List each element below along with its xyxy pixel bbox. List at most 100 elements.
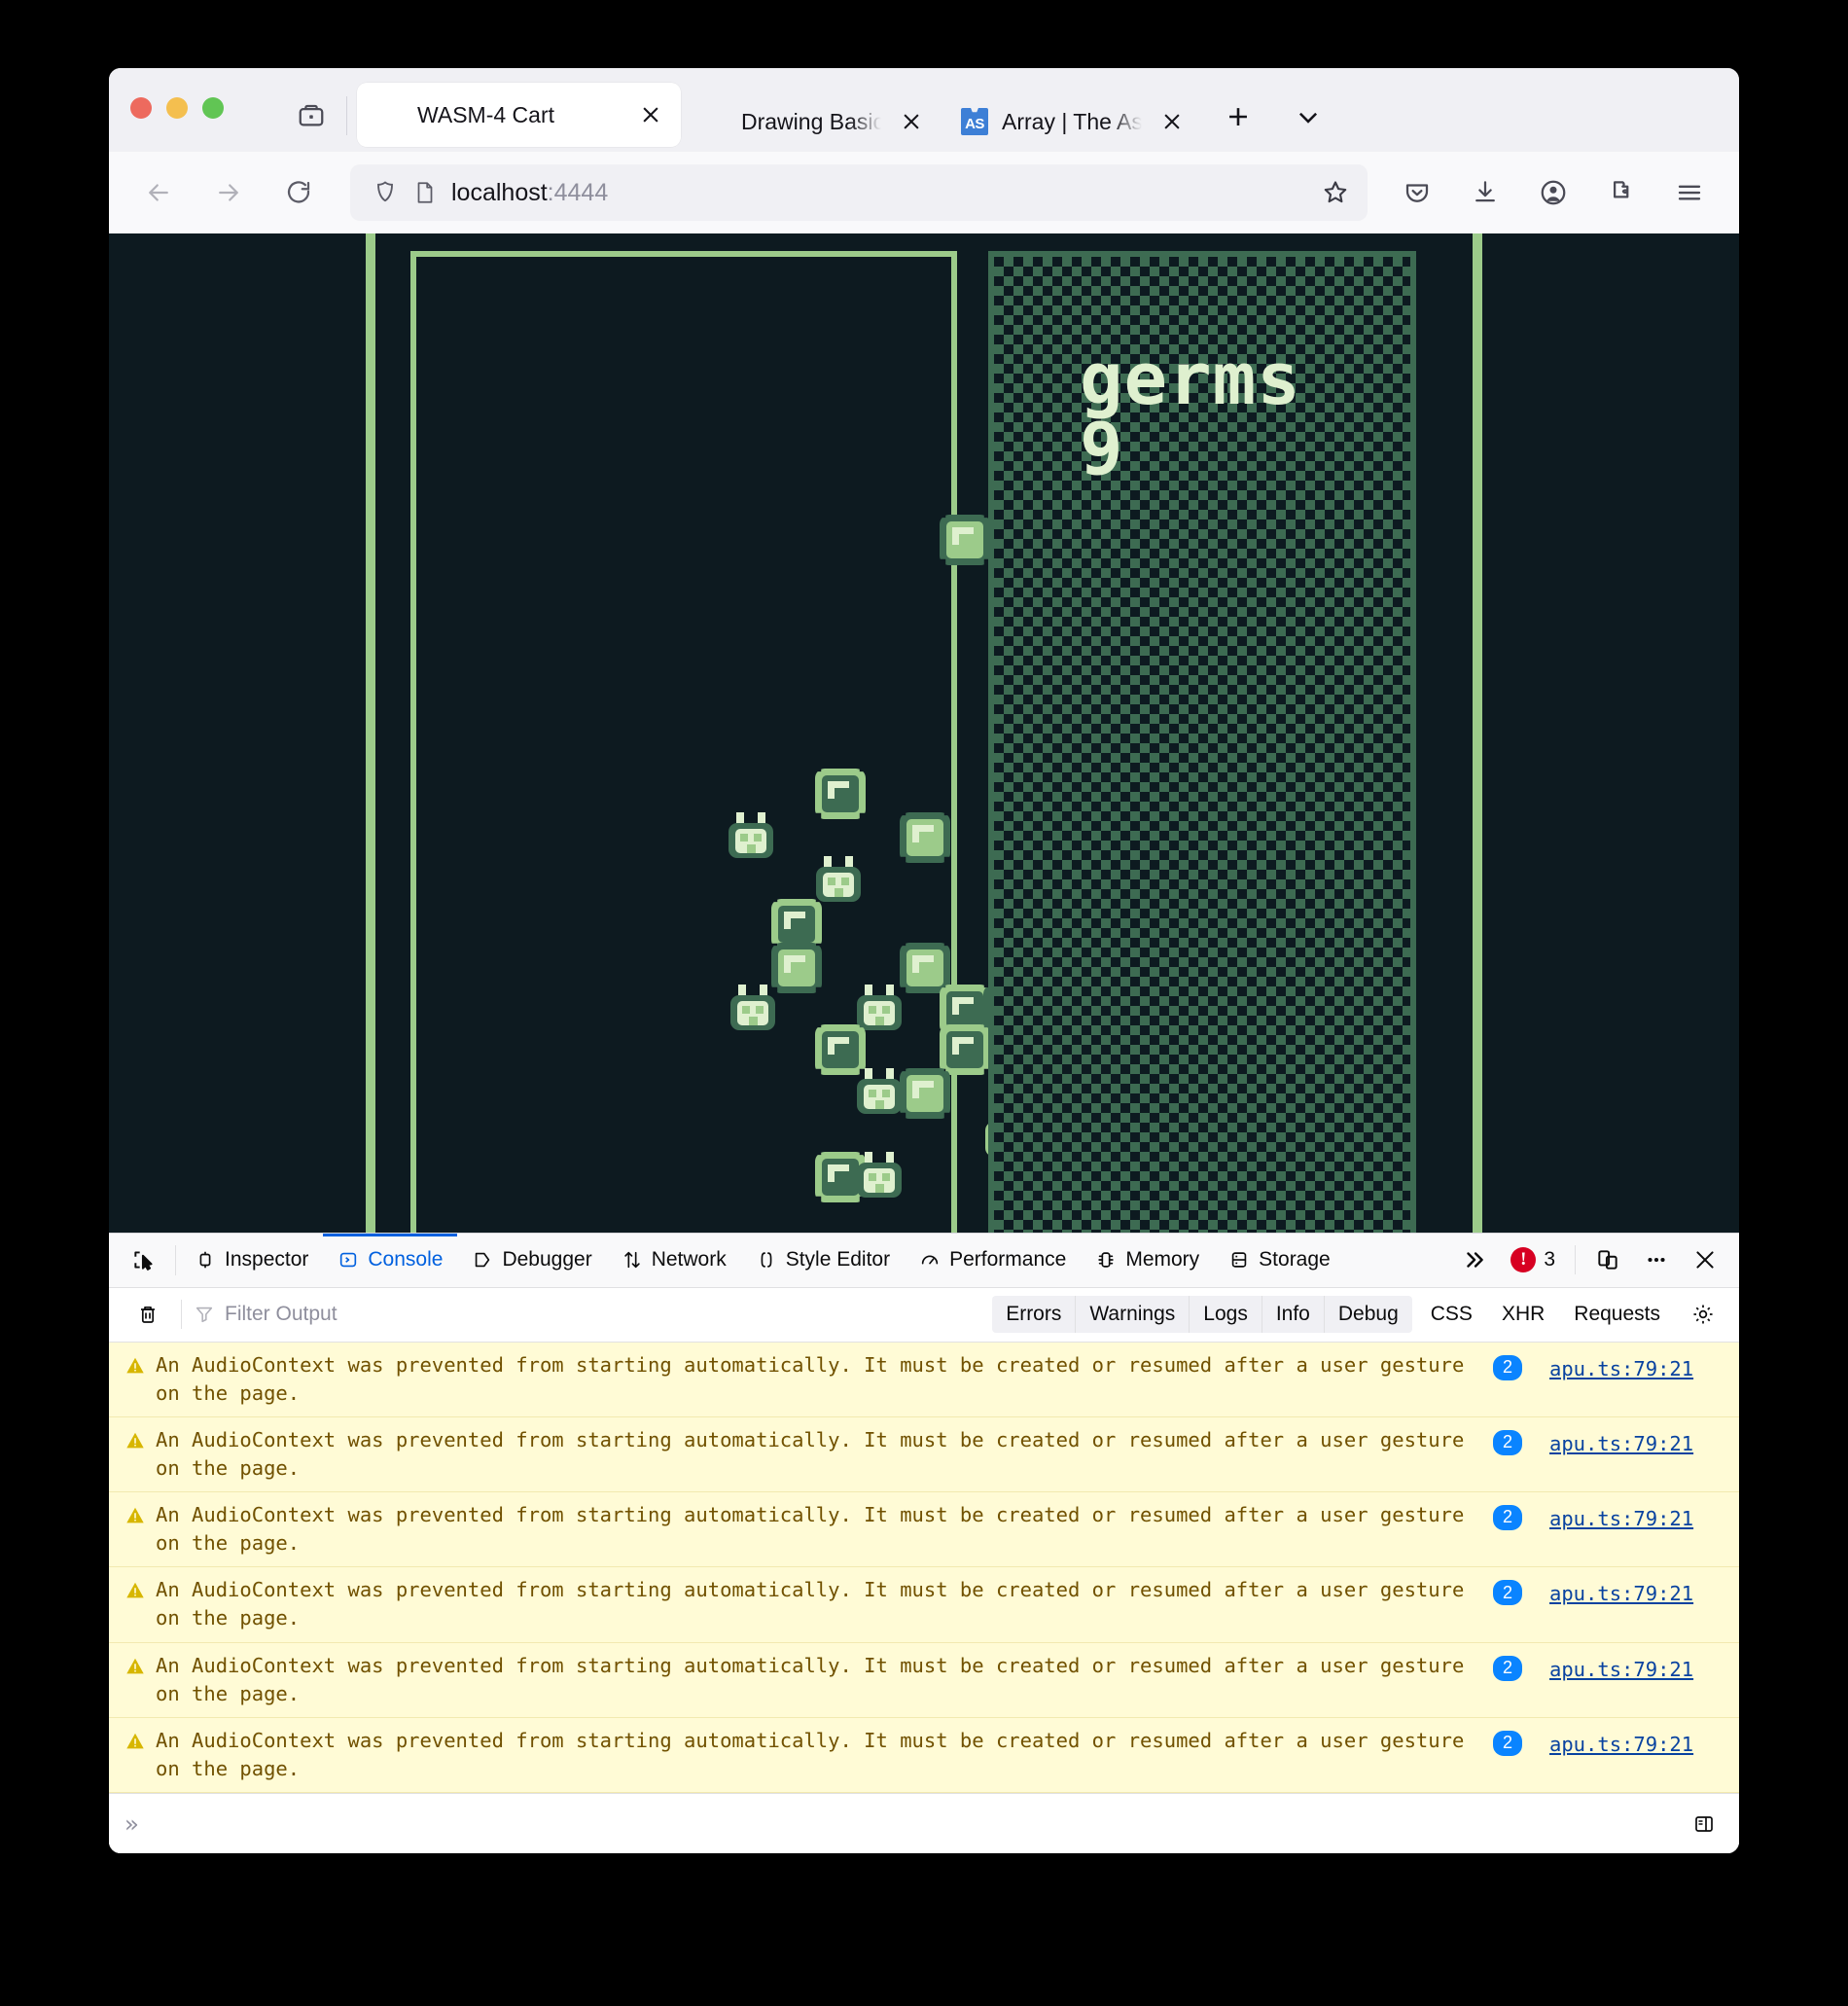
wasm4-cart-icon — [376, 101, 404, 128]
tab-network[interactable]: Network — [607, 1234, 741, 1287]
extensions-icon[interactable] — [1595, 166, 1648, 219]
account-icon[interactable] — [1527, 166, 1580, 219]
close-icon[interactable] — [1681, 1233, 1729, 1287]
settings-gear-icon[interactable] — [1681, 1292, 1725, 1337]
developer-tools-panel: Inspector Console Debugger Network Style… — [109, 1232, 1739, 1853]
tab-assemblyscript-array[interactable]: AS Array | The AssemblyScript Book — [942, 91, 1202, 152]
console-message-source[interactable]: apu.ts:79:21 — [1549, 1355, 1693, 1383]
shield-icon[interactable] — [372, 179, 399, 206]
console-message-count: 2 — [1493, 1429, 1522, 1455]
search-input[interactable]: Filter Output — [194, 1303, 992, 1326]
tab-console[interactable]: Console — [323, 1233, 458, 1287]
tab-label: Inspector — [225, 1248, 309, 1272]
tab-memory[interactable]: Memory — [1081, 1234, 1214, 1287]
error-count: 3 — [1544, 1248, 1555, 1272]
game-pill-mid — [900, 812, 950, 863]
filter-placeholder: Filter Output — [225, 1303, 338, 1326]
tab-debugger[interactable]: Debugger — [457, 1234, 606, 1287]
reload-button[interactable] — [272, 166, 325, 219]
back-button[interactable] — [132, 166, 185, 219]
filter-css[interactable]: CSS — [1416, 1296, 1487, 1333]
game-germ-lite — [854, 1152, 905, 1202]
star-icon[interactable] — [1321, 178, 1350, 207]
filter-divider — [181, 1300, 182, 1330]
minimize-window-button[interactable] — [166, 97, 188, 119]
tab-label: Network — [651, 1248, 727, 1272]
filter-info[interactable]: Info — [1262, 1296, 1325, 1334]
console-input-row[interactable]: » — [109, 1793, 1739, 1853]
console-message-count: 2 — [1493, 1505, 1522, 1531]
console-message-source[interactable]: apu.ts:79:21 — [1549, 1430, 1693, 1458]
chevron-double-right-icon[interactable] — [1450, 1233, 1499, 1287]
filter-xhr[interactable]: XHR — [1487, 1296, 1559, 1333]
tab-strip: WASM-4 Cart Drawing Basics | WASM-4 AS A… — [109, 68, 1739, 152]
tab-wasm-4-cart[interactable]: WASM-4 Cart — [357, 83, 681, 147]
download-icon[interactable] — [1459, 166, 1511, 219]
split-console-editor-icon[interactable] — [1685, 1805, 1724, 1844]
console-message[interactable]: An AudioContext was prevented from start… — [109, 1717, 1739, 1793]
wasm4-game-canvas[interactable]: germs 9 — [366, 233, 1482, 1233]
tab-label: Debugger — [502, 1248, 592, 1272]
filter-debug[interactable]: Debug — [1324, 1296, 1412, 1334]
console-message[interactable]: An AudioContext was prevented from start… — [109, 1416, 1739, 1493]
maximize-window-button[interactable] — [202, 97, 224, 119]
filter-warnings[interactable]: Warnings — [1076, 1296, 1191, 1334]
warning-icon — [124, 1580, 146, 1601]
tab-drawing-basics[interactable]: Drawing Basics | WASM-4 — [681, 91, 942, 152]
forward-button[interactable] — [202, 166, 255, 219]
tab-label: Drawing Basics | WASM-4 — [741, 108, 881, 134]
console-message[interactable]: An AudioContext was prevented from start… — [109, 1342, 1739, 1417]
warning-icon — [124, 1731, 146, 1752]
console-message-count: 2 — [1493, 1354, 1522, 1380]
menu-icon[interactable] — [1663, 166, 1716, 219]
more-options-icon[interactable] — [1632, 1233, 1681, 1287]
devtools-divider — [175, 1244, 176, 1275]
close-icon[interactable] — [1155, 105, 1189, 138]
assemblyscript-icon: AS — [961, 108, 988, 135]
close-window-button[interactable] — [130, 97, 152, 119]
tab-list-icon[interactable] — [290, 94, 333, 137]
url-bar[interactable]: localhost:4444 — [350, 164, 1368, 221]
console-message-source[interactable]: apu.ts:79:21 — [1549, 1580, 1693, 1608]
url-port: :4444 — [547, 178, 609, 206]
console-message-source[interactable]: apu.ts:79:21 — [1549, 1505, 1693, 1533]
game-pill-dark — [815, 769, 866, 819]
devtools-divider — [1575, 1245, 1576, 1275]
url-host: localhost — [451, 178, 548, 206]
console-message-text: An AudioContext was prevented from start… — [156, 1653, 1465, 1705]
responsive-design-mode-icon[interactable] — [1583, 1233, 1632, 1287]
trash-icon[interactable] — [126, 1293, 169, 1336]
filter-errors[interactable]: Errors — [992, 1296, 1077, 1334]
page-icon — [412, 180, 438, 205]
filter-logs[interactable]: Logs — [1190, 1296, 1262, 1334]
console-message[interactable]: An AudioContext was prevented from start… — [109, 1642, 1739, 1718]
element-picker-icon[interactable] — [117, 1234, 171, 1287]
tab-storage[interactable]: Storage — [1214, 1234, 1345, 1287]
list-all-tabs-button[interactable] — [1286, 94, 1331, 139]
filter-requests[interactable]: Requests — [1559, 1296, 1675, 1333]
filter-icon — [194, 1304, 215, 1325]
console-message-text: An AudioContext was prevented from start… — [156, 1578, 1465, 1630]
console-output[interactable]: An AudioContext was prevented from start… — [109, 1342, 1739, 1793]
error-icon: ! — [1510, 1247, 1537, 1273]
wasm4-cart-icon — [700, 108, 728, 135]
console-message-source[interactable]: apu.ts:79:21 — [1549, 1731, 1693, 1759]
close-icon[interactable] — [895, 105, 928, 138]
close-icon[interactable] — [634, 98, 667, 131]
tab-style-editor[interactable]: Style Editor — [741, 1234, 905, 1287]
game-pill-mid — [900, 1068, 950, 1119]
pocket-icon[interactable] — [1391, 166, 1443, 219]
error-count-badge[interactable]: ! 3 — [1499, 1247, 1567, 1273]
tab-label: Style Editor — [785, 1248, 891, 1272]
devtools-tab-bar: Inspector Console Debugger Network Style… — [109, 1233, 1739, 1288]
germ-counter: germs 9 — [1080, 343, 1301, 485]
new-tab-button[interactable] — [1216, 94, 1261, 139]
console-message-count: 2 — [1493, 1655, 1522, 1681]
console-message-source[interactable]: apu.ts:79:21 — [1549, 1656, 1693, 1684]
console-message[interactable]: An AudioContext was prevented from start… — [109, 1567, 1739, 1643]
tabstrip-divider — [346, 96, 347, 135]
tab-label: Performance — [949, 1248, 1067, 1272]
tab-performance[interactable]: Performance — [905, 1234, 1081, 1287]
tab-inspector[interactable]: Inspector — [180, 1234, 323, 1287]
console-message[interactable]: An AudioContext was prevented from start… — [109, 1492, 1739, 1568]
